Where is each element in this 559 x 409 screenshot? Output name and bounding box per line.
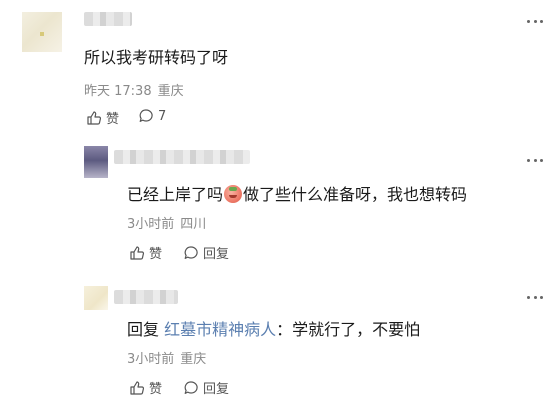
like-label: 赞 — [149, 382, 163, 397]
avatar[interactable] — [84, 146, 108, 178]
comment-meta: 昨天 17:38 重庆 — [84, 80, 184, 99]
thumbs-up-icon — [130, 245, 145, 260]
username-blurred[interactable] — [84, 12, 132, 26]
comment-location: 重庆 — [157, 84, 184, 99]
reply-label: 回复 — [203, 247, 230, 262]
reply-meta: 3小时前 重庆 — [127, 348, 206, 367]
reply-text: 已经上岸了吗 做了些什么准备呀，我也想转码 — [127, 181, 467, 205]
reply-text-part: 学就行了，不要怕 — [292, 320, 421, 339]
reply-time: 3小时前 — [127, 352, 175, 367]
like-label: 赞 — [106, 112, 120, 127]
reply-text: 回复 红墓市精神病人：学就行了，不要怕 — [127, 316, 420, 340]
reply-time: 3小时前 — [127, 217, 175, 232]
reply-location: 重庆 — [180, 352, 207, 367]
comment-text: 所以我考研转码了呀 — [84, 48, 229, 67]
reply-button[interactable]: 回复 — [183, 243, 229, 262]
comment-bubble-icon — [184, 245, 198, 259]
reply-meta: 3小时前 四川 — [127, 213, 206, 232]
thumbs-up-icon — [130, 380, 145, 395]
like-label: 赞 — [149, 247, 163, 262]
comment-bubble-icon — [184, 380, 198, 394]
peach-emoji-icon — [224, 185, 243, 203]
reply-count-button[interactable]: 7 — [138, 108, 166, 124]
reply-location: 四川 — [180, 217, 207, 232]
reply-count: 7 — [158, 108, 167, 124]
like-button[interactable]: 赞 — [129, 243, 162, 262]
reply-prefix: 回复 — [127, 320, 160, 339]
reply-button[interactable]: 回复 — [183, 378, 229, 397]
like-button[interactable]: 赞 — [86, 108, 119, 127]
thumbs-up-icon — [87, 110, 102, 125]
username-blurred[interactable] — [114, 150, 250, 164]
avatar[interactable] — [84, 286, 108, 310]
more-icon[interactable] — [527, 159, 543, 163]
more-icon[interactable] — [527, 20, 543, 24]
comment-bubble-icon — [139, 109, 153, 122]
like-button[interactable]: 赞 — [129, 378, 162, 397]
reply-target-link[interactable]: 红墓市精神病人 — [164, 320, 276, 339]
reply-text-part: 已经上岸了吗 — [127, 185, 224, 204]
avatar[interactable] — [22, 12, 62, 52]
reply-label: 回复 — [203, 382, 230, 397]
reply-separator: ： — [276, 320, 293, 339]
more-icon[interactable] — [527, 296, 543, 300]
username-blurred[interactable] — [114, 290, 178, 304]
reply-text-part: 做了些什么准备呀，我也想转码 — [243, 185, 468, 204]
comment-time: 昨天 17:38 — [84, 84, 152, 99]
